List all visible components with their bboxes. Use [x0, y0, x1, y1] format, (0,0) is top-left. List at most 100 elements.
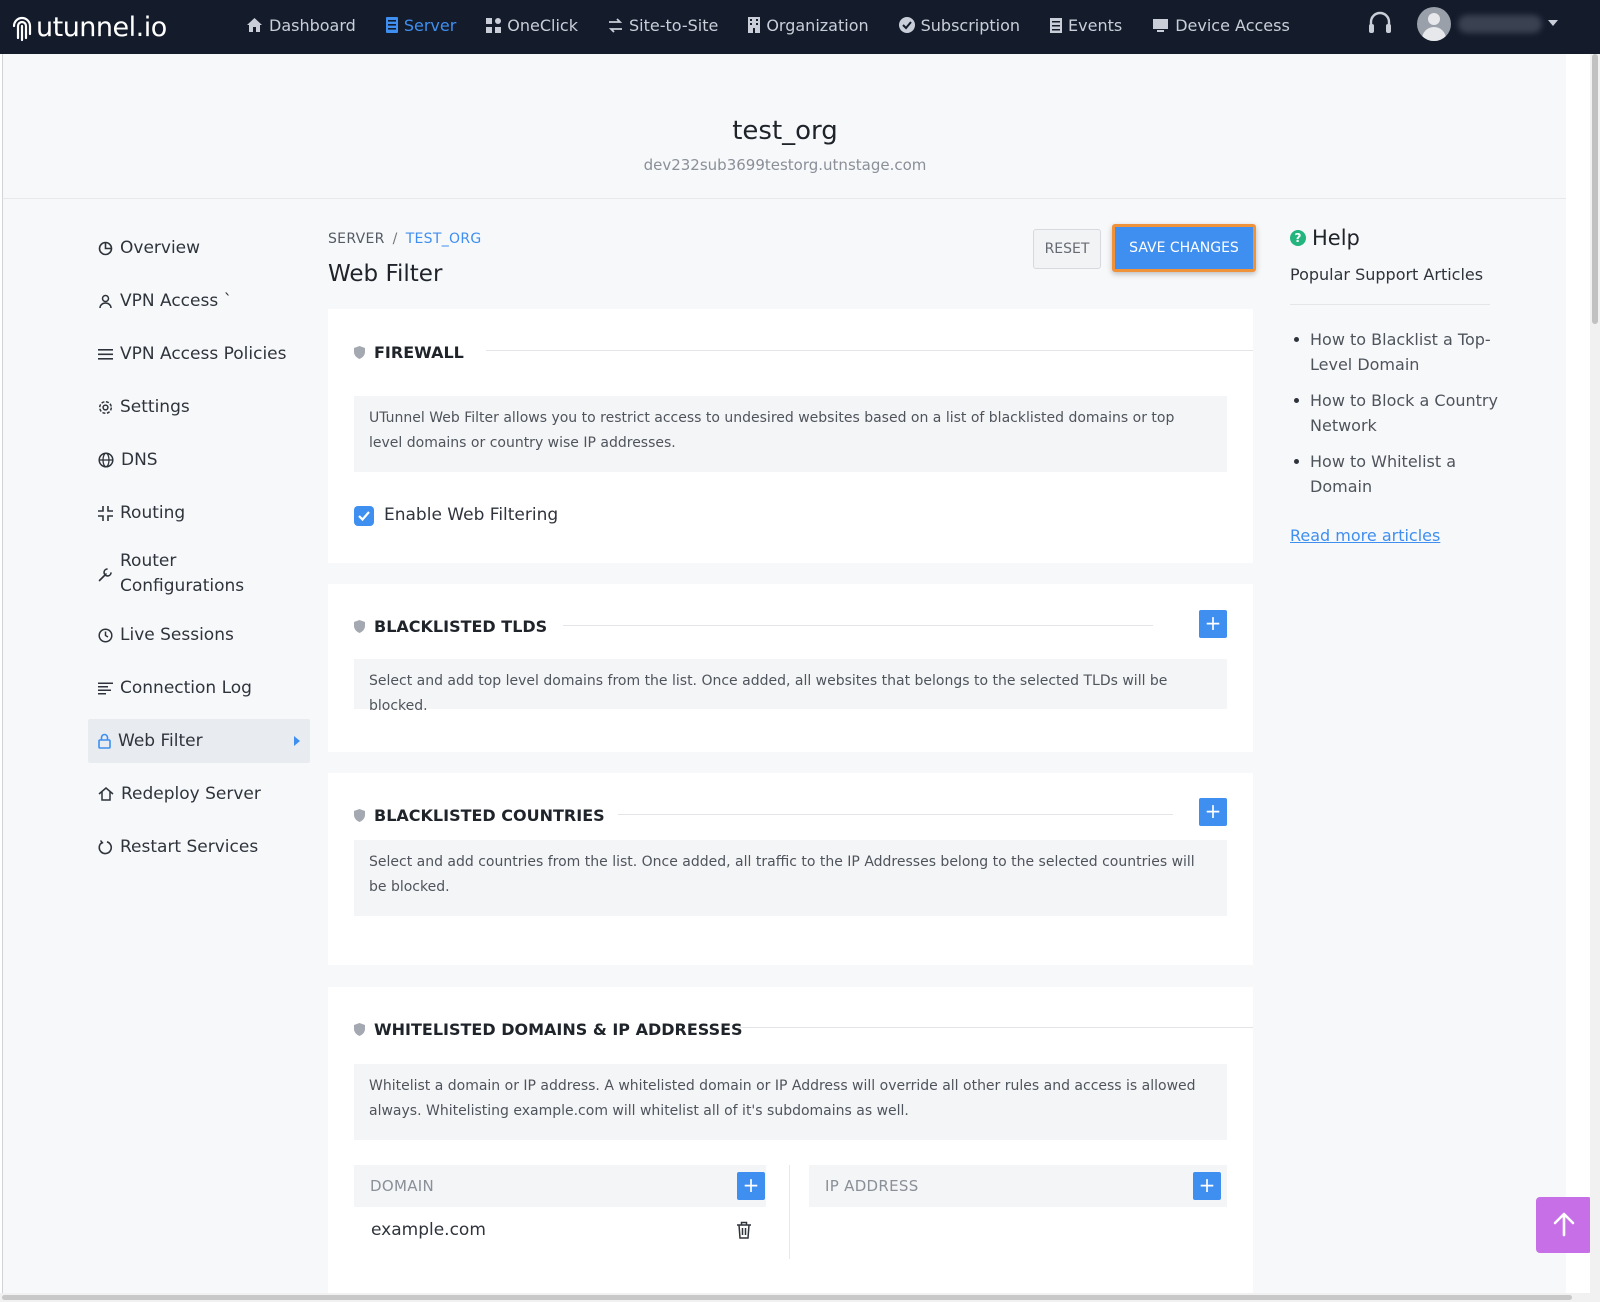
help-title-text: Help	[1312, 226, 1360, 250]
nav-oneclick[interactable]: OneClick	[486, 16, 578, 35]
routing-icon	[98, 505, 113, 521]
blacklisted-countries-card: BLACKLISTED COUNTRIES + Select and add c…	[328, 773, 1253, 965]
tlds-title: BLACKLISTED TLDS	[354, 617, 547, 636]
sidebar-item-vpn-access[interactable]: VPN Access `	[88, 279, 310, 323]
nav-organization[interactable]: Organization	[748, 16, 869, 35]
server-icon	[385, 17, 398, 33]
nav-site-to-site[interactable]: Site-to-Site	[608, 16, 718, 35]
vertical-scrollbar[interactable]	[1590, 54, 1600, 1302]
org-domain: dev232sub3699testorg.utnstage.com	[643, 156, 927, 174]
pie-chart-icon	[98, 241, 113, 255]
nav-menu: Dashboard Server OneClick Site-to-Site O…	[246, 0, 1320, 50]
headset-icon[interactable]	[1367, 10, 1393, 38]
scroll-to-top-button[interactable]	[1536, 1197, 1592, 1253]
question-circle-icon: ?	[1290, 230, 1306, 246]
scrollbar-thumb[interactable]	[2, 1295, 1572, 1300]
nav-device-access[interactable]: Device Access	[1152, 16, 1290, 35]
sidebar-item-routing[interactable]: Routing	[88, 491, 310, 535]
trash-icon[interactable]	[736, 1221, 752, 1239]
sidebar-item-restart-services[interactable]: Restart Services	[88, 825, 310, 869]
countries-description: Select and add countries from the list. …	[354, 840, 1227, 916]
sidebar-item-dns[interactable]: DNS	[88, 438, 310, 482]
whitelist-description: Whitelist a domain or IP address. A whit…	[354, 1064, 1227, 1140]
sidebar-item-vpn-access-policies[interactable]: VPN Access Policies	[88, 332, 310, 376]
nav-events[interactable]: Events	[1050, 16, 1122, 35]
sidebar-item-label: VPN Access Policies	[120, 344, 287, 364]
divider	[1290, 304, 1490, 305]
tlds-title-text: BLACKLISTED TLDS	[374, 617, 548, 636]
breadcrumb-root[interactable]: SERVER	[328, 231, 385, 247]
help-article-block-country[interactable]: How to Block a Country Network	[1290, 388, 1500, 438]
sidebar-item-connection-log[interactable]: Connection Log	[88, 666, 310, 710]
countries-title: BLACKLISTED COUNTRIES	[354, 806, 605, 825]
checkmark-icon	[358, 511, 370, 522]
add-ip-button[interactable]: +	[1193, 1172, 1221, 1200]
nav-site-to-site-label: Site-to-Site	[628, 15, 719, 35]
sidebar: Overview VPN Access ` VPN Access Policie…	[88, 226, 310, 878]
sidebar-item-overview[interactable]: Overview	[88, 226, 310, 270]
swap-icon	[608, 17, 623, 33]
firewall-title: FIREWALL	[354, 343, 464, 362]
divider	[486, 350, 1253, 351]
redeploy-icon	[98, 787, 114, 801]
enable-web-filtering-checkbox[interactable]	[354, 506, 374, 526]
divider	[618, 814, 1173, 815]
chevron-down-icon[interactable]	[1548, 20, 1558, 26]
reset-button[interactable]: RESET	[1033, 229, 1101, 269]
sidebar-item-label: Settings	[120, 397, 190, 417]
check-circle-icon	[898, 17, 915, 33]
firewall-description: UTunnel Web Filter allows you to restric…	[354, 396, 1227, 472]
help-subtitle: Popular Support Articles	[1290, 265, 1484, 284]
fingerprint-icon	[12, 16, 32, 42]
countries-title-text: BLACKLISTED COUNTRIES	[374, 806, 605, 825]
help-article-whitelist-domain[interactable]: How to Whitelist a Domain	[1290, 449, 1500, 499]
scrollbar-thumb[interactable]	[1592, 54, 1598, 324]
sidebar-item-label: VPN Access `	[120, 291, 233, 311]
sidebar-item-label: Overview	[120, 238, 201, 258]
brand-logo[interactable]: utunnel.io	[10, 8, 167, 46]
whitelist-title-text: WHITELISTED DOMAINS & IP ADDRESSES	[374, 1020, 743, 1039]
horizontal-scrollbar[interactable]	[0, 1293, 1590, 1302]
add-country-button[interactable]: +	[1199, 798, 1227, 826]
avatar[interactable]	[1417, 7, 1451, 41]
enable-web-filtering-label[interactable]: Enable Web Filtering	[384, 505, 558, 525]
user-icon	[99, 294, 112, 308]
firewall-card: FIREWALL UTunnel Web Filter allows you t…	[328, 309, 1253, 563]
add-tld-button[interactable]: +	[1199, 610, 1227, 638]
nav-dashboard-label: Dashboard	[269, 15, 356, 35]
save-changes-button[interactable]: SAVE CHANGES	[1112, 224, 1256, 272]
add-domain-button[interactable]: +	[737, 1172, 765, 1200]
shield-icon	[354, 1023, 365, 1036]
column-divider	[789, 1165, 790, 1259]
sidebar-item-redeploy-server[interactable]: Redeploy Server	[88, 772, 310, 816]
nav-server-label: Server	[403, 15, 457, 35]
globe-icon	[98, 452, 114, 468]
wrench-icon	[98, 567, 112, 581]
help-article-blacklist-tld[interactable]: How to Blacklist a Top-Level Domain	[1290, 327, 1500, 377]
breadcrumb-current[interactable]: TEST_ORG	[406, 231, 482, 247]
ip-column-header: IP ADDRESS	[809, 1165, 1227, 1207]
sidebar-item-label: Live Sessions	[120, 625, 234, 645]
nav-subscription[interactable]: Subscription	[898, 15, 1021, 35]
sidebar-item-settings[interactable]: Settings	[88, 385, 310, 429]
gear-icon	[98, 400, 113, 414]
list-icon	[1050, 17, 1063, 33]
user-name-blurred[interactable]	[1458, 15, 1542, 33]
read-more-articles-link[interactable]: Read more articles	[1290, 526, 1440, 545]
whitelist-title: WHITELISTED DOMAINS & IP ADDRESSES	[354, 1020, 743, 1039]
nav-dashboard[interactable]: Dashboard	[246, 16, 356, 35]
nav-subscription-label: Subscription	[920, 15, 1021, 35]
sidebar-item-live-sessions[interactable]: Live Sessions	[88, 613, 310, 657]
nav-server[interactable]: Server	[385, 15, 457, 35]
sidebar-item-router-configurations[interactable]: Router Configurations	[88, 544, 310, 604]
breadcrumb-separator: /	[392, 231, 398, 247]
building-icon	[748, 17, 761, 33]
org-header: test_org dev232sub3699testorg.utnstage.c…	[2, 54, 1566, 199]
help-articles: How to Blacklist a Top-Level Domain How …	[1290, 327, 1500, 510]
sidebar-item-label: Web Filter	[118, 731, 203, 751]
sidebar-item-web-filter[interactable]: Web Filter	[88, 719, 310, 763]
chevron-right-icon	[294, 736, 300, 746]
sidebar-item-label: Connection Log	[120, 678, 252, 698]
monitor-icon	[1153, 18, 1169, 32]
sidebar-item-label: Redeploy Server	[121, 784, 261, 804]
